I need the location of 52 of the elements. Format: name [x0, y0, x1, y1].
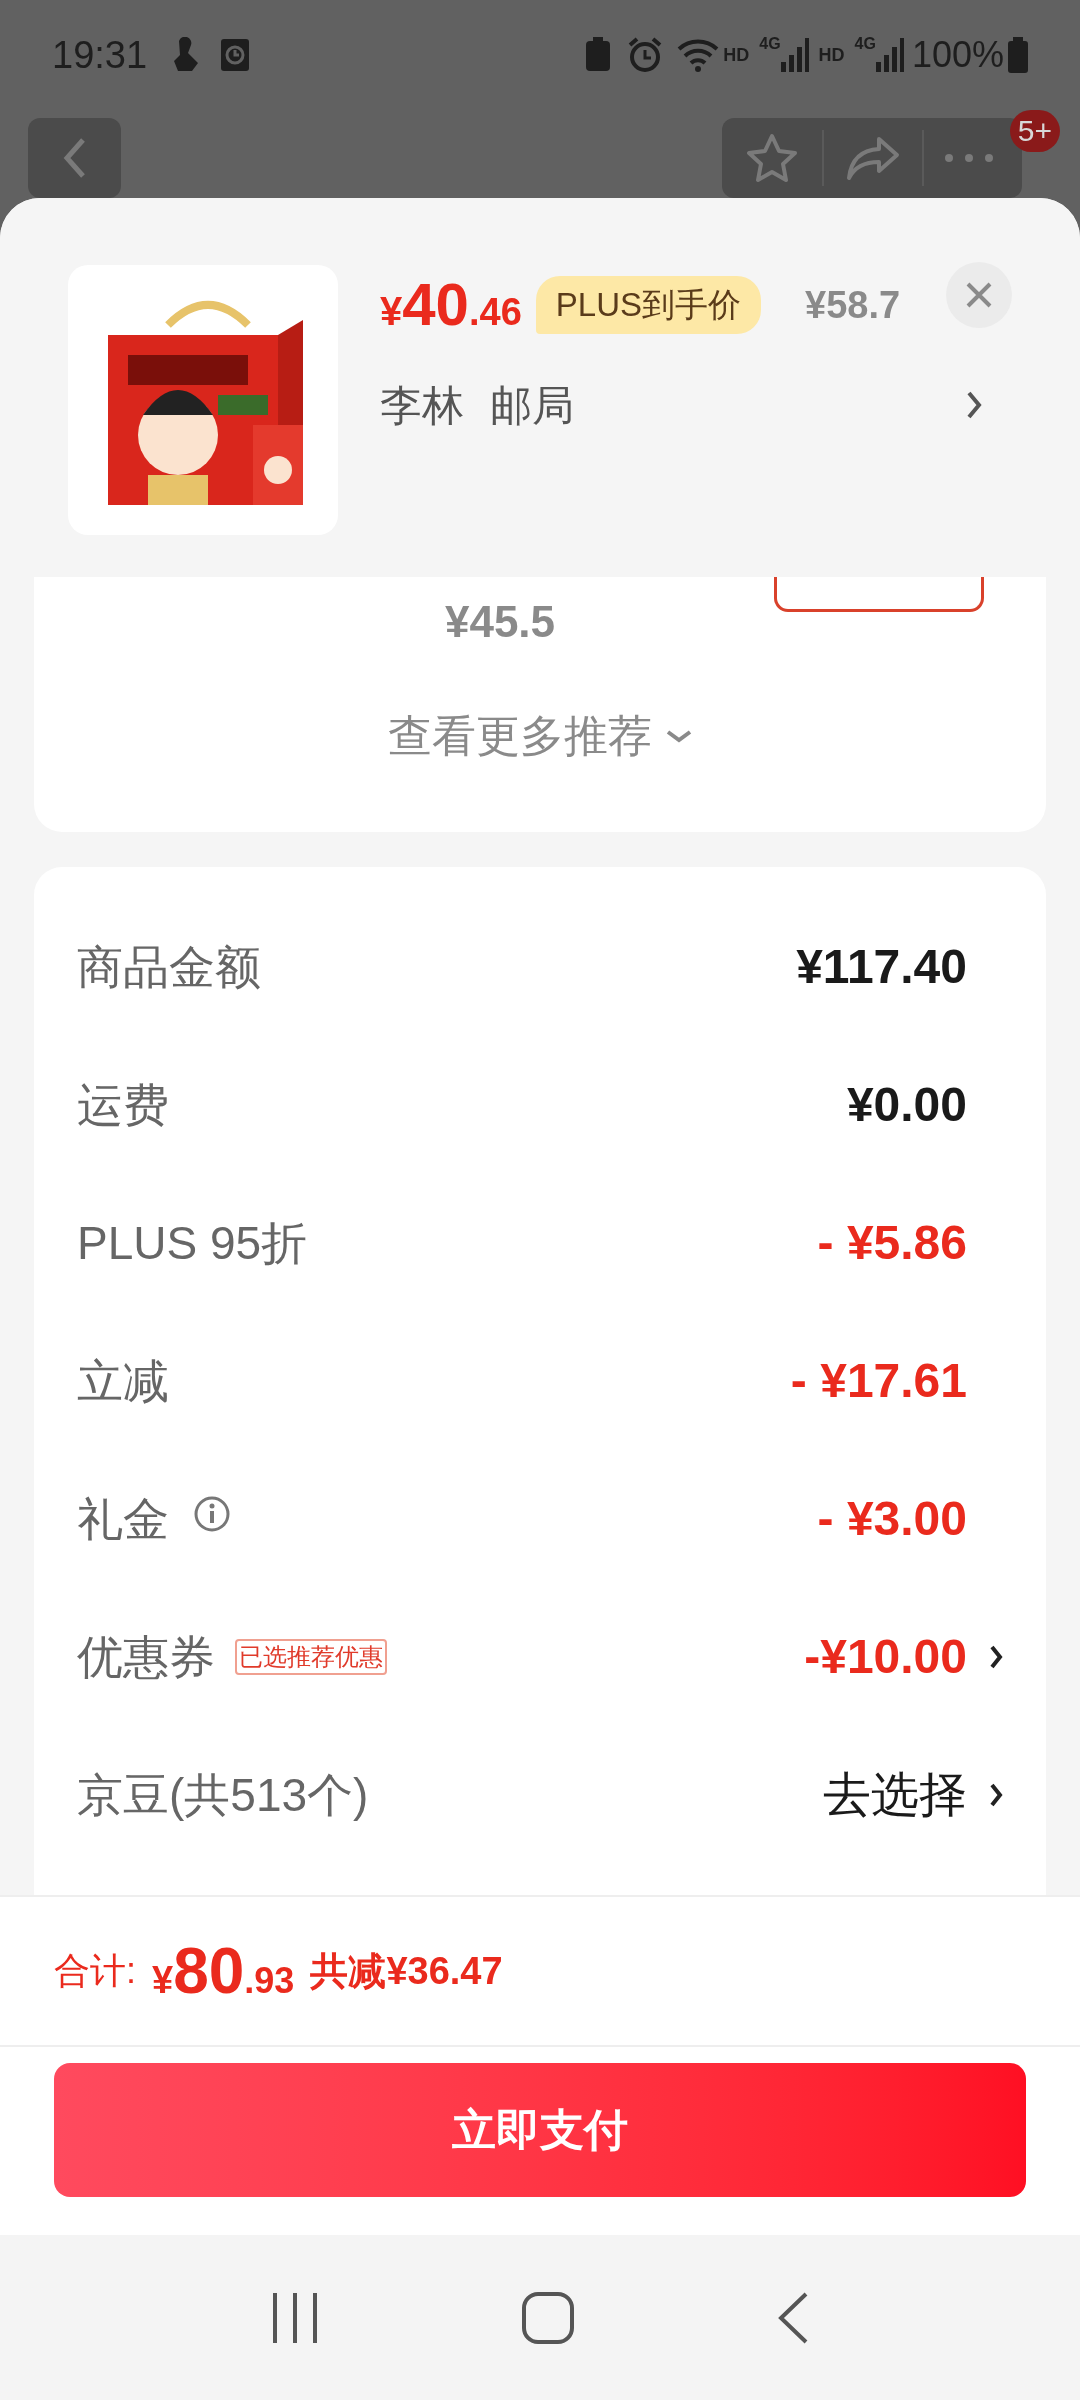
row-value: - ¥5.86: [817, 1215, 967, 1271]
product-price: ¥45.5: [444, 596, 556, 648]
info-icon[interactable]: [193, 1495, 231, 1533]
share-icon: [845, 135, 901, 181]
total-discount: 共减¥36.47: [310, 1948, 503, 1994]
battery-percent: 100%: [911, 33, 1004, 77]
row-label: PLUS 95折: [77, 1215, 308, 1271]
signal-icon: [780, 38, 809, 72]
pay-button[interactable]: 立即支付: [54, 2063, 1026, 2197]
close-icon: [965, 281, 993, 309]
chevron-right-icon[interactable]: [989, 1781, 1003, 1809]
plus-price: ¥40.46: [380, 270, 522, 340]
row-label: 运费: [77, 1077, 169, 1133]
battery-icon: [1008, 37, 1028, 73]
total-price: ¥80.93: [152, 1934, 295, 2009]
plus-price-tag: PLUS到手价: [535, 276, 762, 334]
address-row[interactable]: 李林 邮局: [380, 355, 1012, 455]
row-label: 京豆(共513个): [77, 1767, 369, 1823]
status-time: 19:31: [52, 32, 148, 78]
notification-badge: 5+: [1009, 110, 1060, 152]
back-icon: [62, 137, 87, 179]
row-value: ¥0.00: [846, 1077, 967, 1133]
network-label: 4G: [759, 34, 781, 54]
chevron-right-icon: [966, 390, 982, 420]
network-label: HD: [723, 43, 750, 67]
wifi-icon: [677, 37, 720, 73]
row-label: 礼金: [77, 1491, 169, 1547]
row-value: -¥10.00: [804, 1629, 967, 1685]
chevron-right-icon[interactable]: [989, 1643, 1003, 1671]
row-label: 商品金额: [77, 939, 261, 995]
recipient-name: 李林: [380, 380, 464, 431]
address-text: 邮局: [490, 380, 574, 431]
clock-icon: [219, 37, 252, 73]
more-recommendations-link[interactable]: 查看更多推荐: [388, 703, 692, 769]
row-label: 立减: [77, 1353, 169, 1409]
alarm-icon: [627, 37, 664, 73]
select-link[interactable]: 去选择: [823, 1759, 967, 1831]
star-icon: [746, 133, 798, 183]
row-value: - ¥17.61: [790, 1353, 967, 1409]
row-value: ¥117.40: [796, 939, 967, 995]
home-icon[interactable]: [521, 2290, 575, 2345]
total-label: 合计:: [54, 1949, 136, 1993]
original-price: ¥58.7: [805, 282, 901, 328]
network-label: HD: [818, 43, 845, 67]
network-label: 4G: [854, 34, 876, 54]
signal-icon: [875, 38, 904, 72]
chevron-down-icon: [666, 729, 692, 743]
row-value: - ¥3.00: [817, 1491, 967, 1547]
more-icon: [945, 154, 993, 162]
battery-saver-icon: [585, 37, 612, 73]
row-label: 优惠券: [77, 1629, 215, 1685]
coupon-tag: 已选推荐优惠: [235, 1639, 387, 1675]
